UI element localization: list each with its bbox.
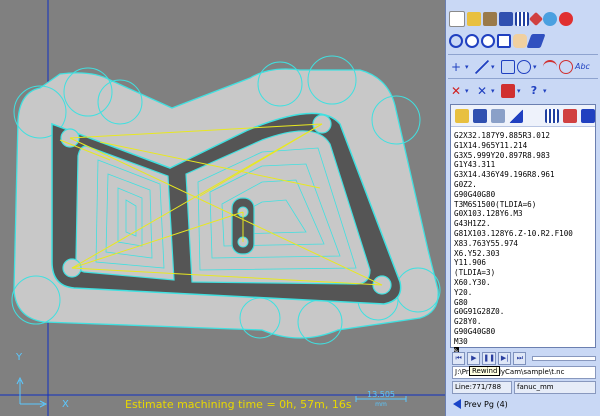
offset-icon[interactable] xyxy=(501,84,515,98)
y-axis-label: Y xyxy=(15,352,23,363)
code-line: G1Y43.311 xyxy=(454,160,496,170)
line-icon[interactable] xyxy=(475,60,489,74)
part-drawing: Y X xyxy=(0,0,445,416)
open-file-icon[interactable] xyxy=(467,12,481,26)
editor-open-icon[interactable] xyxy=(455,108,469,123)
delete-icon[interactable]: ✕ xyxy=(449,84,463,98)
pause-button[interactable]: ❚❚ xyxy=(482,351,497,365)
editor-grid-icon[interactable] xyxy=(545,108,559,123)
code-line: G90G40G80 xyxy=(454,189,496,199)
zoom-in-icon[interactable] xyxy=(465,34,479,48)
zoom-out-icon[interactable] xyxy=(481,34,495,48)
toolbar-view xyxy=(449,30,597,52)
toolbar-file xyxy=(449,8,597,30)
fast-forward-button[interactable]: ⏭ xyxy=(513,351,527,365)
code-line: X60.Y30. xyxy=(454,277,491,287)
rewind-button[interactable]: ⏮ xyxy=(452,351,466,365)
editor-save-icon[interactable] xyxy=(473,108,487,123)
delete-dropdown-icon[interactable]: ▾ xyxy=(465,84,473,98)
code-line: G43H1Z2. xyxy=(454,219,491,229)
code-line: G0G91G28Z0. xyxy=(454,307,505,317)
target-icon[interactable] xyxy=(543,12,557,26)
code-line: G3X5.999Y20.897R8.983 xyxy=(454,150,551,160)
scale-bar: 13.505 mm xyxy=(354,390,408,410)
speed-slider[interactable] xyxy=(532,355,596,361)
drawing-canvas[interactable]: Y X Estimate machining time = 0h, 57m, 1… xyxy=(0,0,445,416)
code-line: M30 xyxy=(454,336,468,346)
code-line: G90G40G80 xyxy=(454,326,496,336)
code-line: G80 xyxy=(454,297,468,307)
editor-toolbar xyxy=(451,105,595,127)
code-line: Y11.906 xyxy=(454,258,487,268)
text-icon[interactable]: Abc xyxy=(575,60,590,74)
prev-page-button[interactable]: Prev Pg (4) xyxy=(453,397,508,411)
point-dropdown-icon[interactable]: ▾ xyxy=(465,60,473,74)
editor-format-icon[interactable] xyxy=(581,108,595,123)
scale-unit: mm xyxy=(375,401,387,408)
toolbar-edit: ✕ ▾ ✕ ▾ ▾ ? ▾ xyxy=(449,80,597,102)
code-lines: G2X32.187Y9.885R3.012 G1X14.965Y11.214 G… xyxy=(454,131,594,357)
close-red-icon[interactable] xyxy=(559,12,573,26)
new-file-icon[interactable] xyxy=(449,11,465,27)
code-line: Y20. xyxy=(454,287,473,297)
rewind-tooltip: Rewind xyxy=(469,366,501,376)
code-line: X6.Y52.303 xyxy=(454,248,500,258)
zoom-fit-icon[interactable] xyxy=(497,34,511,48)
code-line: G28Y0. xyxy=(454,317,482,327)
editor-simulate-icon[interactable] xyxy=(509,108,523,123)
offset-dropdown-icon[interactable]: ▾ xyxy=(517,84,525,98)
tools-icon[interactable] xyxy=(483,12,497,26)
line-status: Line:771/788 xyxy=(452,381,512,394)
help-icon[interactable]: ? xyxy=(527,84,541,98)
rectangle-icon[interactable] xyxy=(501,60,515,74)
arc-icon[interactable] xyxy=(543,60,557,74)
code-line: G1X14.965Y11.214 xyxy=(454,140,528,150)
arrow-left-icon xyxy=(453,399,461,409)
grid-icon[interactable] xyxy=(515,12,529,26)
circle-icon[interactable] xyxy=(517,60,531,74)
code-line: G0X103.128Y6.M3 xyxy=(454,209,523,219)
trim-dropdown-icon[interactable]: ▾ xyxy=(491,84,499,98)
toolbar-draw: + ▾ ▾ ▾ Abc xyxy=(449,56,597,78)
line-dropdown-icon[interactable]: ▾ xyxy=(491,60,499,74)
arc-circle-icon[interactable] xyxy=(559,60,573,74)
editor-clear-icon[interactable] xyxy=(563,108,577,123)
simulation-transport: ⏮ ▶ ❚❚ ▶| ⏭ xyxy=(452,350,596,366)
save-icon[interactable] xyxy=(499,12,513,26)
axis-indicator xyxy=(16,376,48,408)
step-forward-button[interactable]: ▶| xyxy=(498,351,512,365)
code-line: G0Z2. xyxy=(454,179,477,189)
editor-print-icon[interactable] xyxy=(491,108,505,123)
machining-time-readout: Estimate machining time = 0h, 57m, 16s xyxy=(125,398,352,411)
x-axis-label: X xyxy=(62,399,69,410)
nc-code-editor[interactable]: G2X32.187Y9.885R3.012 G1X14.965Y11.214 G… xyxy=(450,104,596,357)
code-line: G81X103.128Y6.Z-10.R2.F100 xyxy=(454,228,573,238)
code-line: X83.763Y55.974 xyxy=(454,238,519,248)
scale-value: 13.505 xyxy=(367,390,395,399)
point-icon[interactable]: + xyxy=(449,60,463,74)
hand-pan-icon[interactable] xyxy=(513,34,527,48)
help-dropdown-icon[interactable]: ▾ xyxy=(543,84,551,98)
circle-dropdown-icon[interactable]: ▾ xyxy=(533,60,541,74)
code-line: T3M6S1500(TLDIA=6) xyxy=(454,199,537,209)
code-line: G3X14.436Y49.196R8.961 xyxy=(454,170,555,180)
code-line: G2X32.187Y9.885R3.012 xyxy=(454,131,551,140)
measure-icon[interactable] xyxy=(528,11,544,27)
code-line: (TLDIA=3) xyxy=(454,268,496,278)
prev-page-label: Prev Pg (4) xyxy=(464,399,508,409)
controller-name: fanuc_mm xyxy=(514,381,596,394)
play-button[interactable]: ▶ xyxy=(467,351,481,365)
pan-center-icon[interactable] xyxy=(449,34,463,48)
trim-icon[interactable]: ✕ xyxy=(475,84,489,98)
highlighter-icon[interactable] xyxy=(526,34,546,48)
